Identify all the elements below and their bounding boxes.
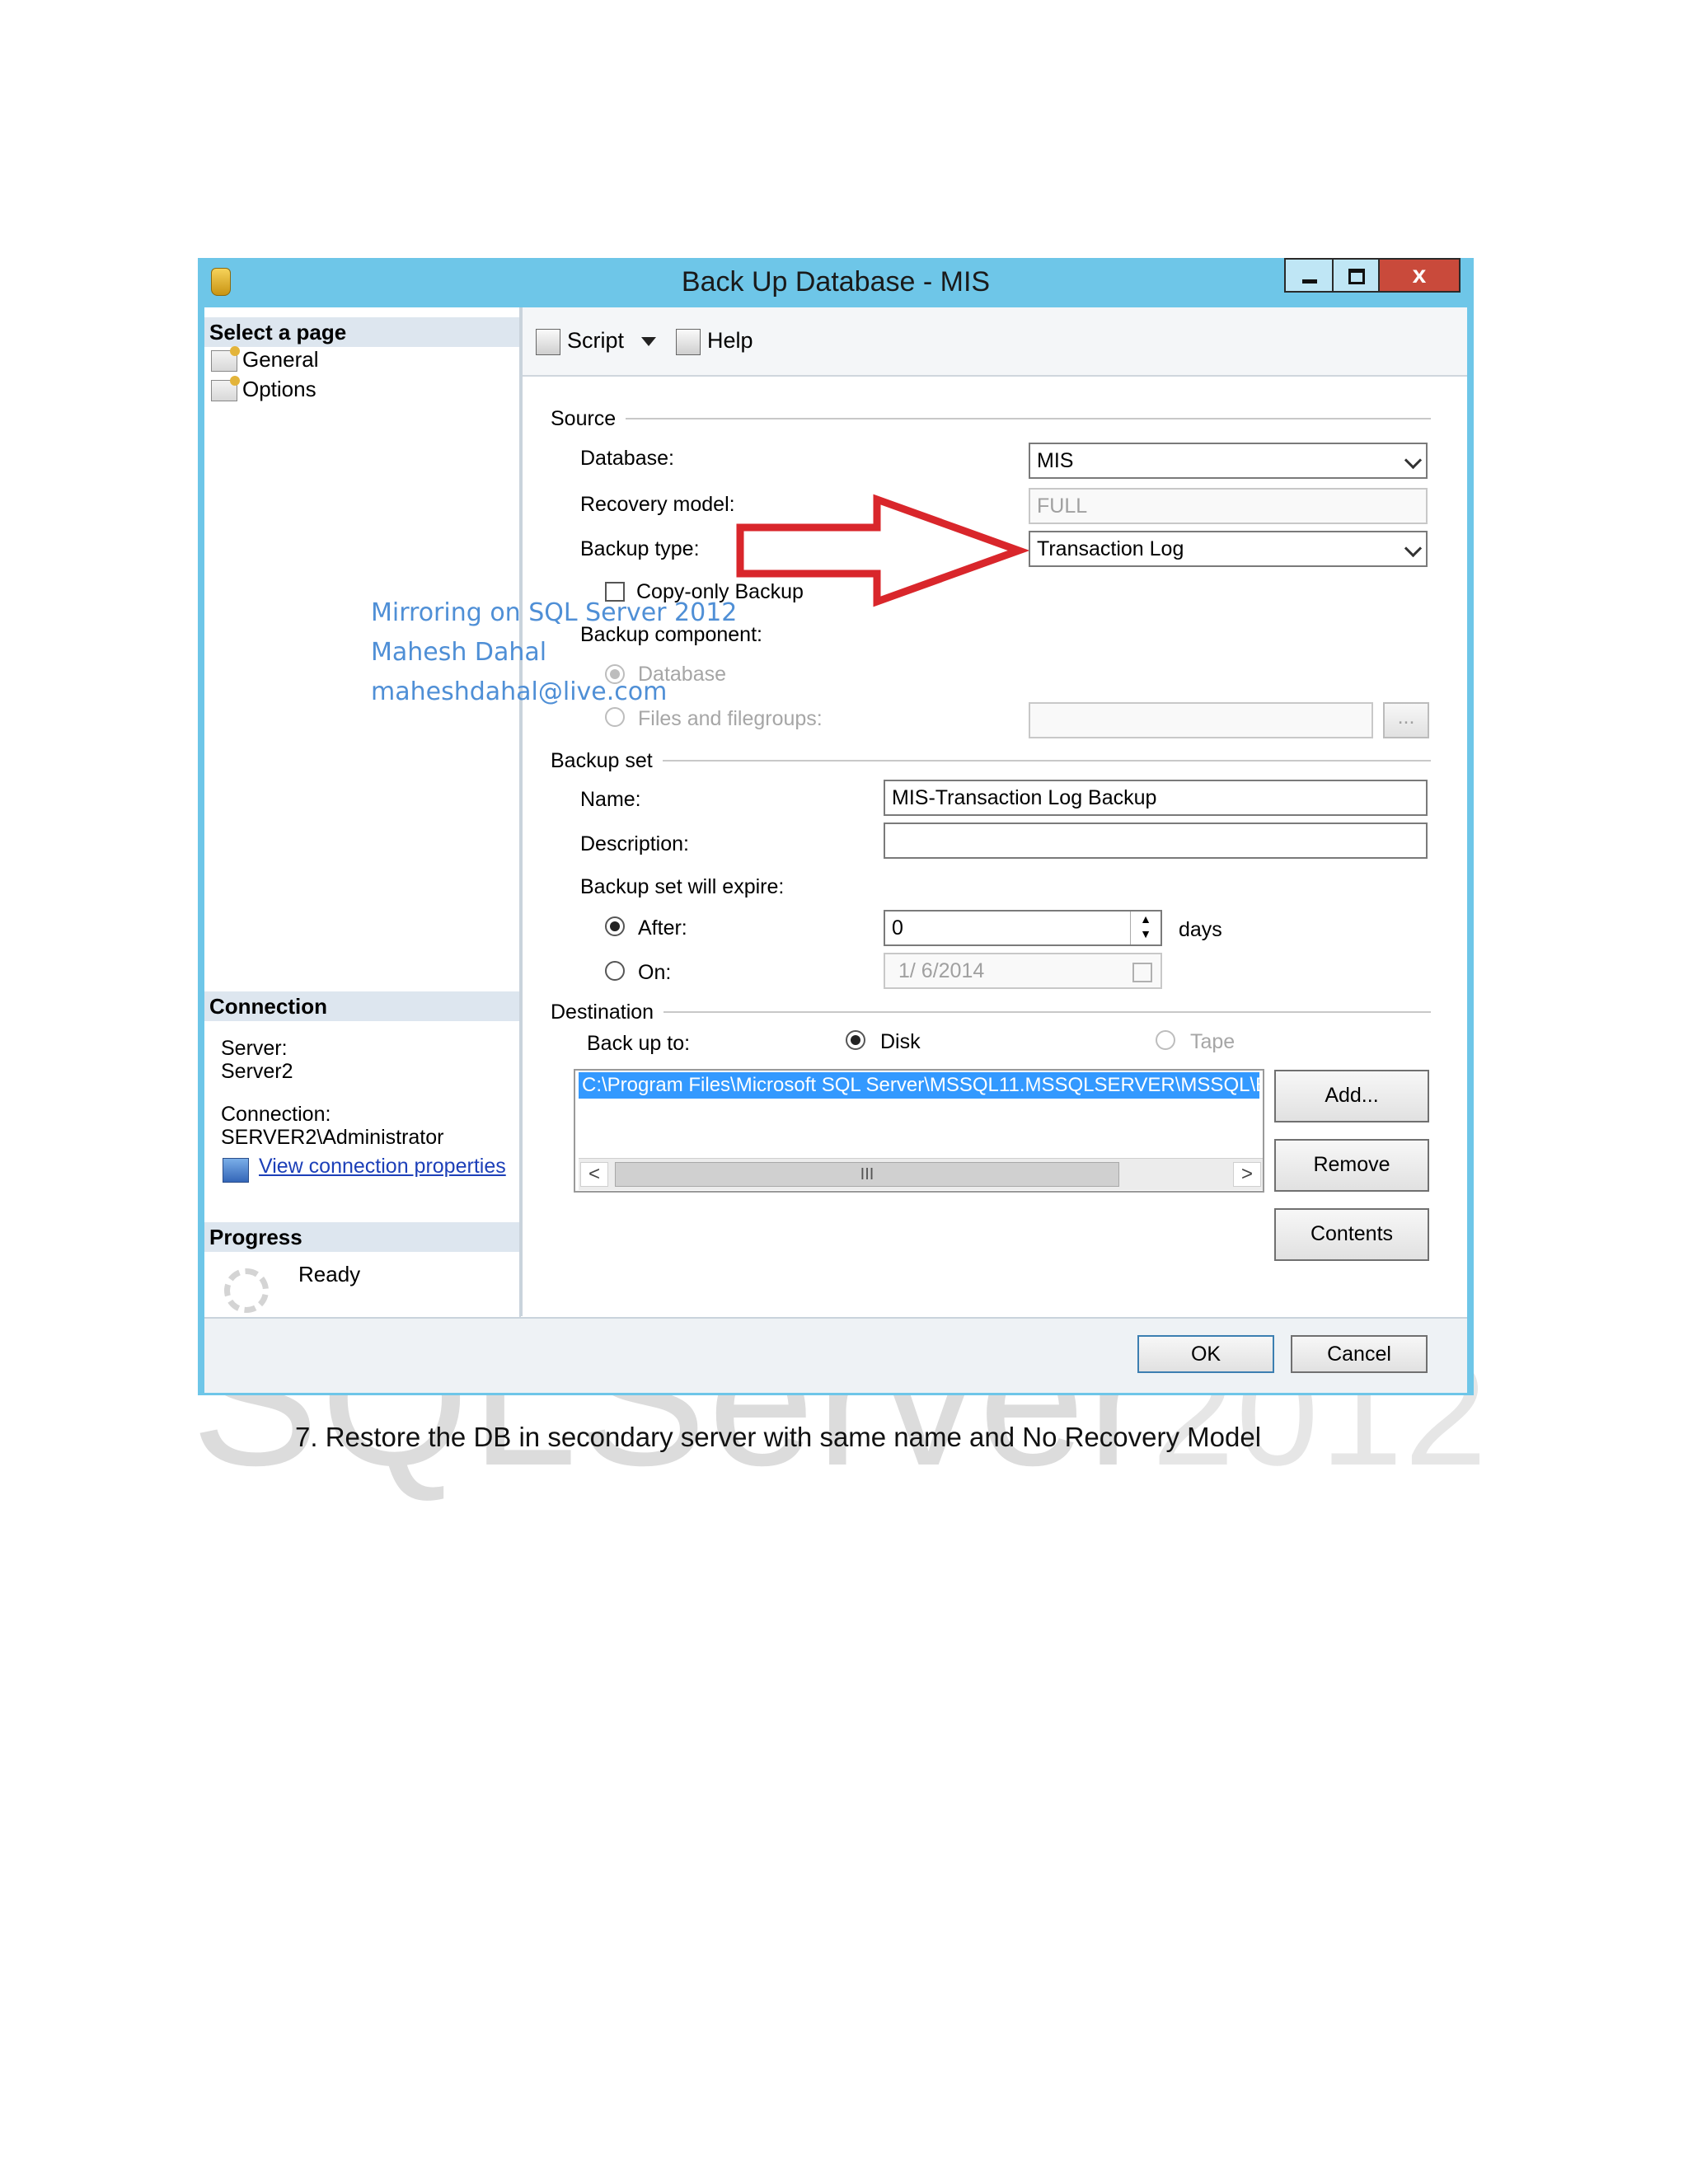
- connection-header: Connection: [204, 991, 519, 1021]
- select-page-header: Select a page: [204, 317, 519, 347]
- connection-value: SERVER2\Administrator: [221, 1126, 444, 1149]
- left-pane: Select a page General Options Connection…: [204, 307, 523, 1316]
- connection-properties-icon: [223, 1158, 249, 1183]
- close-button[interactable]: x: [1378, 258, 1461, 293]
- page-wrench-icon: [211, 376, 240, 402]
- annotation-arrow-icon: [736, 494, 1029, 607]
- page-item-label: Options: [242, 377, 316, 401]
- server-label: Server:: [221, 1037, 288, 1060]
- backup-database-window: Back Up Database - MIS x Select a page G…: [198, 258, 1474, 1395]
- maximize-button[interactable]: [1332, 258, 1380, 293]
- overlay-email: maheshdahal@live.com: [371, 677, 668, 706]
- minimize-button[interactable]: [1284, 258, 1334, 293]
- window-title: Back Up Database - MIS: [681, 266, 991, 298]
- dialog-client-area: Select a page General Options Connection…: [204, 307, 1467, 1389]
- footer-bar: [204, 1317, 1467, 1393]
- pane-divider: [519, 307, 521, 1317]
- close-icon: x: [1412, 261, 1427, 288]
- help-icon: [676, 328, 701, 355]
- server-value: Server2: [221, 1060, 293, 1083]
- title-bar[interactable]: Back Up Database - MIS x: [198, 258, 1474, 307]
- script-icon: [536, 328, 560, 355]
- page-item-label: General: [242, 347, 319, 372]
- page-wrench-icon: [211, 346, 240, 373]
- help-label: Help: [707, 328, 753, 353]
- help-button[interactable]: Help: [676, 324, 753, 357]
- page-item-general[interactable]: General: [211, 345, 319, 373]
- progress-status: Ready: [298, 1262, 361, 1286]
- script-button[interactable]: Script: [536, 324, 624, 357]
- cancel-button[interactable]: Cancel: [1291, 1335, 1428, 1373]
- script-label: Script: [567, 328, 625, 353]
- chevron-down-icon[interactable]: [641, 337, 656, 346]
- overlay-author: Mahesh Dahal: [371, 638, 547, 667]
- page-item-options[interactable]: Options: [211, 375, 316, 403]
- progress-header: Progress: [204, 1222, 519, 1252]
- connection-label: Connection:: [221, 1103, 331, 1126]
- progress-spinner-icon: [224, 1268, 269, 1313]
- view-connection-properties-link[interactable]: View connection properties: [259, 1155, 506, 1179]
- overlay-title: Mirroring on SQL Server 2012: [371, 598, 738, 627]
- toolbar: Script Help: [523, 307, 1467, 377]
- ok-button[interactable]: OK: [1137, 1335, 1274, 1373]
- step-caption: 7. Restore the DB in secondary server wi…: [295, 1422, 1262, 1452]
